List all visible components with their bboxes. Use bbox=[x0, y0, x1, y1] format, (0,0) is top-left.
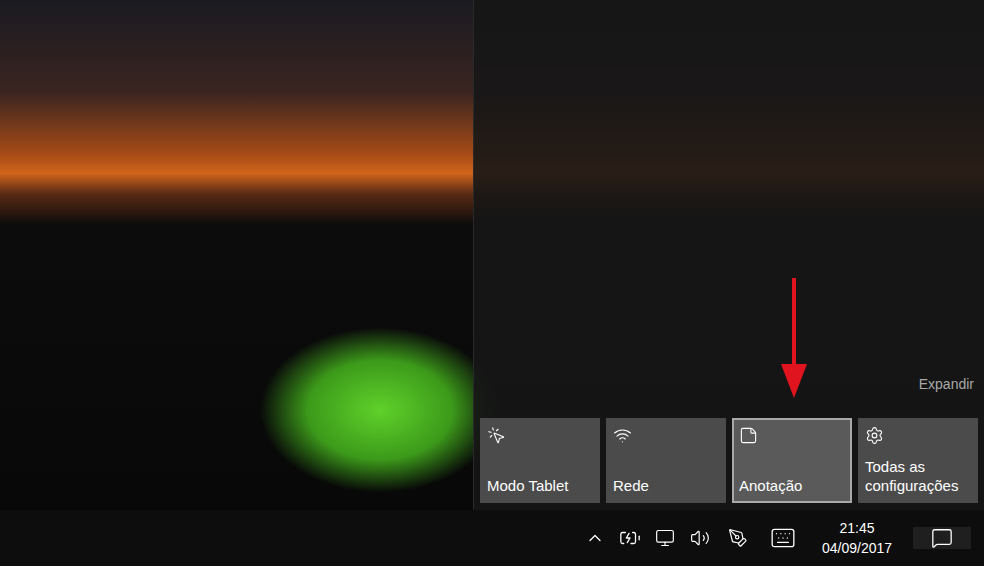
show-hidden-icons[interactable] bbox=[577, 510, 612, 566]
clock-date: 04/09/2017 bbox=[822, 538, 892, 558]
volume-icon bbox=[690, 528, 710, 548]
note-icon bbox=[739, 426, 758, 445]
battery-icon bbox=[619, 527, 641, 549]
action-center: Expandir Modo Tablet Rede Anotação Todas as … bbox=[473, 0, 984, 510]
keyboard-icon bbox=[770, 525, 796, 551]
notification-icon bbox=[931, 527, 953, 549]
monitor-icon bbox=[655, 528, 675, 548]
tablet-mode-icon bbox=[487, 426, 506, 445]
screen: Expandir Modo Tablet Rede Anotação Todas as … bbox=[0, 0, 984, 566]
gear-icon bbox=[865, 426, 884, 445]
taskbar: 21:4504/09/2017 bbox=[0, 510, 984, 566]
desktop: Expandir Modo Tablet Rede Anotação Todas as … bbox=[0, 0, 984, 510]
quick-action-tile[interactable]: Anotação bbox=[732, 418, 852, 503]
network-icon bbox=[613, 426, 632, 445]
tile-label: Rede bbox=[613, 476, 719, 495]
tile-label: Todas as configurações bbox=[865, 457, 971, 495]
quick-actions: Modo Tablet Rede Anotação Todas as configur… bbox=[480, 418, 978, 503]
volume-button[interactable] bbox=[682, 510, 717, 566]
pen-icon bbox=[728, 528, 748, 548]
clock-time: 21:45 bbox=[839, 518, 874, 538]
keyboard-button[interactable] bbox=[759, 510, 807, 566]
tile-label: Anotação bbox=[739, 476, 845, 495]
power-button[interactable] bbox=[612, 510, 647, 566]
red-arrow-icon bbox=[779, 278, 809, 400]
action-center-button[interactable] bbox=[913, 527, 971, 549]
network-button[interactable] bbox=[647, 510, 682, 566]
clock[interactable]: 21:4504/09/2017 bbox=[807, 518, 907, 558]
quick-action-tile[interactable]: Modo Tablet bbox=[480, 418, 600, 503]
pen-button[interactable] bbox=[717, 510, 759, 566]
tile-label: Modo Tablet bbox=[487, 476, 593, 495]
wallpaper bbox=[0, 0, 473, 510]
expand-link[interactable]: Expandir bbox=[915, 374, 978, 394]
system-tray: 21:4504/09/2017 bbox=[577, 510, 984, 566]
quick-action-tile[interactable]: Rede bbox=[606, 418, 726, 503]
quick-action-tile[interactable]: Todas as configurações bbox=[858, 418, 978, 503]
chevron-up-icon bbox=[585, 528, 605, 548]
